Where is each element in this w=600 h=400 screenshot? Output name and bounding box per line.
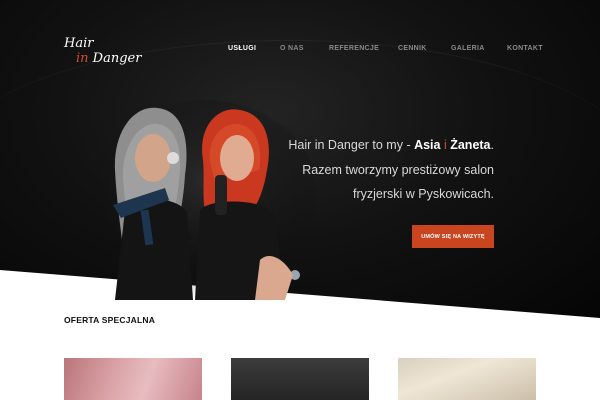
logo-in: in (76, 51, 89, 66)
offer-card-2-image[interactable] (231, 358, 369, 400)
nav-item-galeria[interactable]: GALERIA (451, 45, 485, 52)
logo-line2: in Danger (64, 51, 144, 66)
tagline-conjunction: i (440, 138, 451, 152)
name-asia: Asia (414, 138, 441, 152)
logo-line1: Hair (64, 36, 94, 51)
site-logo[interactable]: Hair in Danger (64, 36, 144, 72)
special-offer-heading: OFERTA SPECJALNA (64, 315, 156, 325)
book-appointment-button[interactable]: UMÓW SIĘ NA WIZYTĘ (412, 225, 494, 248)
offer-card-1-image[interactable] (64, 358, 202, 400)
hero-tagline: Hair in Danger to my - Asia i Żaneta. Ra… (288, 133, 494, 207)
hero-stylists-image (95, 100, 315, 300)
tagline-line1: Hair in Danger to my - Asia i Żaneta. (288, 133, 494, 158)
tagline-line2: Razem tworzymy prestiżowy salon (302, 162, 494, 177)
tagline-period: . (490, 138, 494, 152)
nav-item-kontakt[interactable]: KONTAKT (507, 45, 543, 52)
nav-item-o-nas[interactable]: O NAS (280, 45, 304, 52)
nav-item-referencje[interactable]: REFERENCJE (329, 45, 379, 52)
name-zaneta: Żaneta (450, 138, 491, 152)
tagline-line3: fryzjerski w Pyskowicach. (353, 187, 494, 201)
nav-item-cennik[interactable]: CENNIK (398, 45, 427, 52)
nav-item-uslugi[interactable]: USŁUGI (228, 45, 256, 52)
tagline-prefix: Hair in Danger to my - (288, 138, 415, 152)
logo-danger: Danger (92, 51, 142, 66)
offer-card-3-image[interactable] (398, 358, 536, 400)
